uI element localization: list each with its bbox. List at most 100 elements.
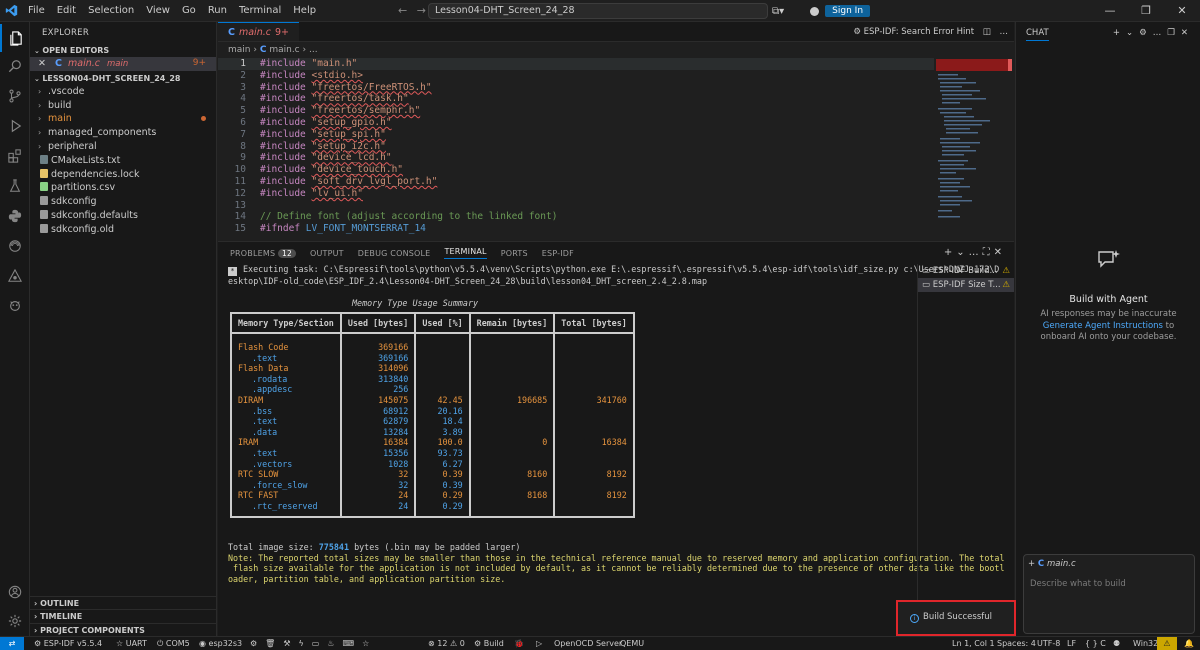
platform[interactable]: Win32	[1133, 637, 1158, 650]
forward-arrow-icon[interactable]: →	[417, 4, 426, 17]
tree-folder[interactable]: › managed_components	[30, 126, 216, 140]
tree-file[interactable]: sdkconfig.old	[30, 223, 216, 237]
chat-context-chip[interactable]: + C main.c	[1028, 559, 1076, 569]
menu-view[interactable]: View	[140, 0, 176, 22]
indentation[interactable]: Spaces: 4	[997, 637, 1036, 650]
menu-terminal[interactable]: Terminal	[233, 0, 287, 22]
espidf-error-hint-button[interactable]: ⚙ ESP-IDF: Search Error Hint	[853, 27, 974, 37]
config-icon[interactable]: ⚙	[250, 639, 265, 648]
tree-folder[interactable]: › peripheral	[30, 140, 216, 154]
maximize-panel-icon[interactable]: ⛶	[983, 247, 994, 258]
chat-close-icon[interactable]: ✕	[1181, 28, 1194, 38]
project-header[interactable]: ⌄ LESSON04-DHT_SCREEN_24_28	[30, 72, 216, 85]
menu-run[interactable]: Run	[202, 0, 233, 22]
project-components-section[interactable]: › PROJECT COMPONENTS	[30, 622, 217, 637]
accounts-icon[interactable]	[0, 578, 30, 606]
chat-input-box[interactable]: + C main.c Describe what to build	[1023, 554, 1195, 634]
menu-help[interactable]: Help	[287, 0, 322, 22]
explorer-icon[interactable]	[0, 24, 30, 52]
new-terminal-icon[interactable]: +⌄	[944, 247, 969, 258]
language-mode[interactable]: { } C	[1085, 637, 1106, 650]
remote-status-icon[interactable]: ⇄	[0, 637, 24, 650]
minimap[interactable]	[934, 58, 1014, 241]
monitor-icon[interactable]: ▭	[312, 639, 328, 648]
tree-file[interactable]: dependencies.lock	[30, 168, 216, 182]
qemu-button[interactable]: QEMU	[620, 637, 644, 650]
extensions-icon[interactable]	[0, 142, 30, 170]
copilot-status-icon[interactable]: ⚉	[1113, 637, 1120, 650]
chat-settings-icon[interactable]: ⚙	[1139, 28, 1153, 38]
tab-ports[interactable]: PORTS	[501, 249, 528, 258]
breadcrumb-file[interactable]: main.c	[269, 45, 299, 55]
terminal-item-build[interactable]: ▭ ESP-IDF Build... ⚠	[918, 264, 1014, 278]
terminal-output[interactable]: * Executing task: C:\Espressif\tools\pyth…	[228, 264, 1005, 634]
tree-file[interactable]: CMakeLists.txt	[30, 154, 216, 168]
more-actions-icon[interactable]: …	[1000, 27, 1009, 37]
end-of-line[interactable]: LF	[1067, 637, 1076, 650]
debug-icon[interactable]: 🐞	[514, 637, 524, 650]
wrench-icon[interactable]: ⚒	[283, 639, 298, 648]
sign-in-button[interactable]: Sign In	[825, 5, 871, 17]
python-icon[interactable]	[0, 202, 30, 230]
openocd-server[interactable]: OpenOCD Server	[554, 637, 622, 650]
generate-instructions-link[interactable]: Generate Agent Instructions	[1043, 321, 1163, 331]
testing-icon[interactable]	[0, 172, 30, 200]
flash-icon[interactable]: ϟ	[299, 639, 312, 648]
problems-status[interactable]: ⊗ 12 ⚠ 0	[428, 637, 465, 650]
timeline-section[interactable]: › TIMELINE	[30, 609, 217, 623]
terminal-icon[interactable]: ⌨	[343, 639, 363, 648]
maximize-icon[interactable]: ❐	[1128, 0, 1164, 22]
espidf-explorer-icon[interactable]	[0, 262, 30, 290]
tree-file[interactable]: partitions.csv	[30, 181, 216, 195]
debug-play-icon[interactable]: ▷	[536, 637, 542, 650]
tree-file[interactable]: sdkconfig	[30, 195, 216, 209]
cursor-position[interactable]: Ln 1, Col 1	[952, 637, 995, 650]
command-center-search[interactable]: Lesson04-DHT_Screen_24_28	[428, 3, 768, 19]
chat-maximize-icon[interactable]: ❐	[1167, 28, 1181, 38]
target-selector[interactable]: ◉ esp32s3	[199, 637, 242, 650]
tree-file[interactable]: sdkconfig.defaults	[30, 209, 216, 223]
tab-output[interactable]: OUTPUT	[310, 249, 344, 258]
minimize-icon[interactable]: —	[1092, 0, 1128, 22]
fire-icon[interactable]: ♨	[327, 639, 342, 648]
close-panel-icon[interactable]: ✕	[994, 247, 1006, 258]
search-icon[interactable]	[0, 52, 30, 80]
open-editor-main-c[interactable]: ✕ C main.c main 9+	[30, 57, 216, 71]
alien-extension-icon[interactable]	[0, 292, 30, 320]
trash-icon[interactable]: 🗑	[265, 639, 283, 648]
tree-folder[interactable]: › main	[30, 112, 216, 126]
notifications-bell-icon[interactable]: 🔔	[1184, 637, 1194, 650]
encoding[interactable]: UTF-8	[1037, 637, 1060, 650]
remote-icon[interactable]	[0, 232, 30, 260]
account-icon[interactable]	[810, 6, 820, 16]
settings-gear-icon[interactable]	[0, 607, 30, 635]
menu-edit[interactable]: Edit	[51, 0, 82, 22]
build-notification-toast[interactable]: i Build Successful	[896, 600, 1016, 636]
menu-file[interactable]: File	[22, 0, 51, 22]
tab-problems[interactable]: PROBLEMS 12	[230, 248, 296, 258]
run-debug-icon[interactable]	[0, 112, 30, 140]
back-arrow-icon[interactable]: ←	[398, 4, 407, 17]
close-window-icon[interactable]: ✕	[1164, 0, 1200, 22]
tab-main-c[interactable]: Cmain.c 9+	[218, 22, 299, 41]
new-chat-icon[interactable]: +⌄	[1113, 28, 1139, 38]
code-editor[interactable]: 1 #include "main.h" 2 #include <stdio.h> 3 #i…	[218, 58, 934, 241]
uart-selector[interactable]: ☆ UART	[116, 637, 147, 650]
chat-input-placeholder[interactable]: Describe what to build	[1030, 579, 1126, 589]
espidf-version[interactable]: ⚙ ESP-IDF v5.5.4	[34, 637, 102, 650]
open-editors-header[interactable]: ⌄ OPEN EDITORS	[30, 44, 216, 57]
tab-esp-idf[interactable]: ESP-IDF	[542, 249, 574, 258]
tree-folder[interactable]: › .vscode	[30, 85, 216, 99]
port-selector[interactable]: ⏻ COM5	[157, 637, 190, 650]
status-warning-icon[interactable]: ⚠	[1157, 637, 1177, 650]
star-icon[interactable]: ☆	[362, 639, 377, 648]
menu-selection[interactable]: Selection	[82, 0, 140, 22]
more-icon[interactable]: …	[969, 247, 983, 258]
tree-folder[interactable]: › build	[30, 99, 216, 113]
close-editor-icon[interactable]: ✕	[38, 58, 46, 69]
breadcrumb-more[interactable]: ...	[309, 45, 318, 55]
outline-section[interactable]: › OUTLINE	[30, 595, 217, 610]
breadcrumb-folder[interactable]: main	[228, 45, 251, 55]
source-control-icon[interactable]	[0, 82, 30, 110]
chat-more-icon[interactable]: …	[1153, 28, 1168, 38]
